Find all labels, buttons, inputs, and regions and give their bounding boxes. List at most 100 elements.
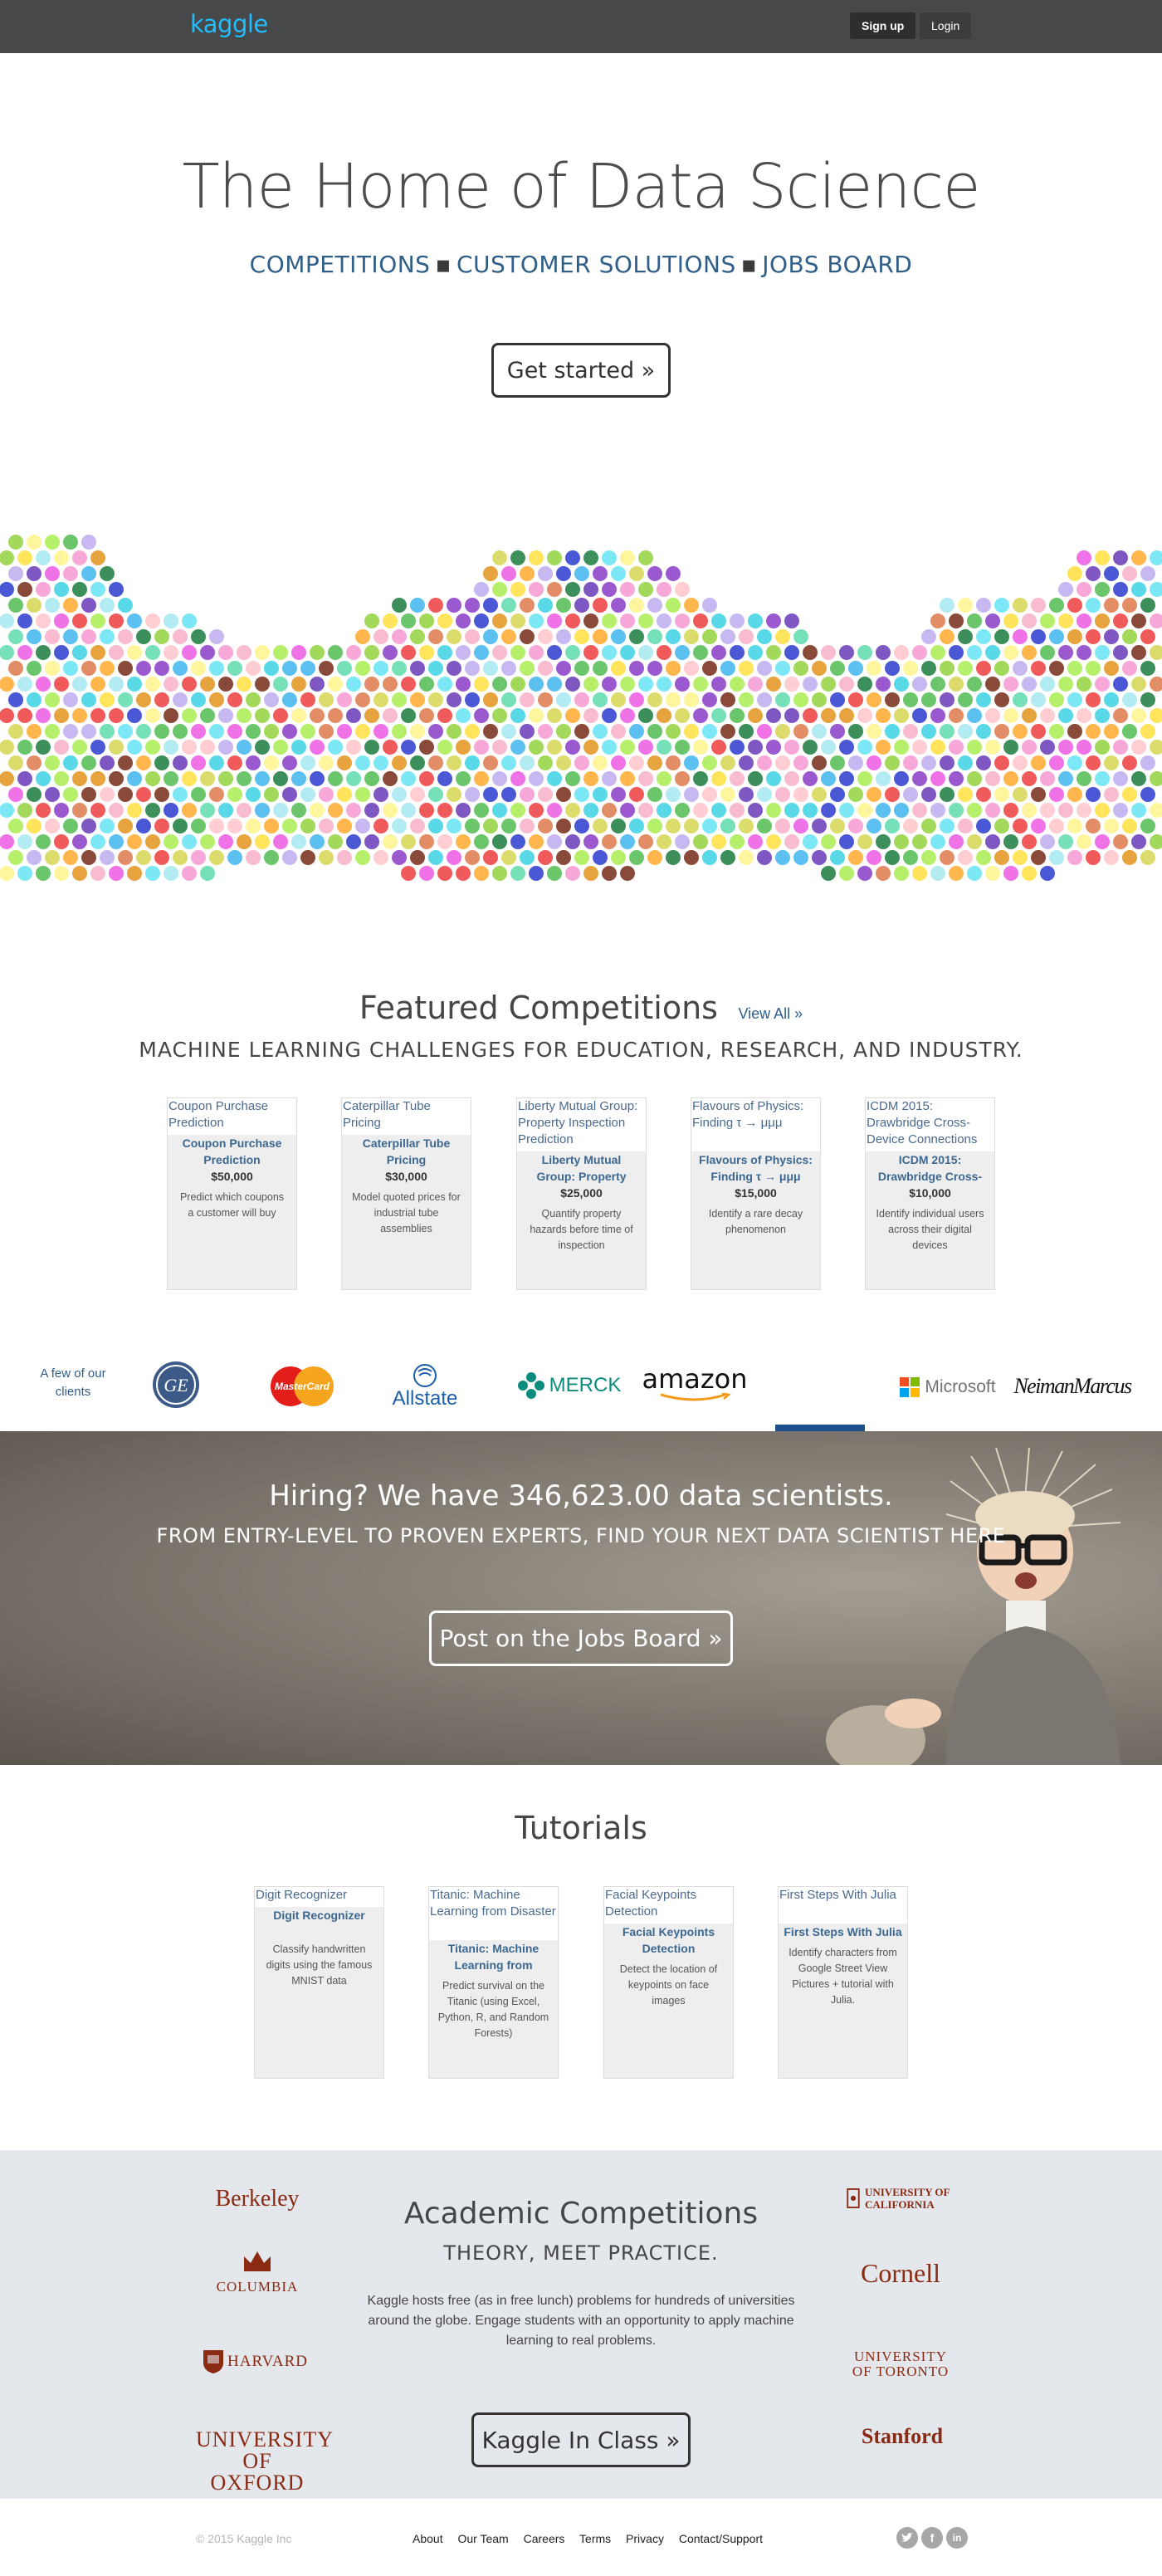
decorative-dot: [383, 740, 398, 755]
decorative-dot: [565, 645, 580, 660]
decorative-dot: [556, 724, 571, 739]
decorative-dot: [200, 803, 215, 818]
decorative-dot: [346, 803, 361, 818]
decorative-dot: [8, 598, 23, 613]
decorative-dot: [465, 819, 480, 833]
decorative-dot: [830, 755, 845, 770]
decorative-dot: [255, 740, 270, 755]
decorative-dot: [784, 771, 799, 786]
nav-jobs-board[interactable]: JOBS BOARD: [762, 251, 912, 278]
ge-logo-text: GE: [164, 1375, 188, 1396]
decorative-dot: [456, 834, 471, 849]
decorative-dot: [520, 724, 535, 739]
decorative-dot: [410, 692, 425, 707]
footer-link-privacy[interactable]: Privacy: [626, 2532, 664, 2545]
post-jobs-button[interactable]: Post on the Jobs Board »: [429, 1611, 733, 1666]
competition-name[interactable]: Flavours of Physics: Finding τ → μμμ: [691, 1151, 820, 1185]
tutorial-card[interactable]: First Steps With Julia First Steps With …: [778, 1886, 908, 2079]
decorative-dot: [867, 724, 881, 739]
kaggle-in-class-button[interactable]: Kaggle In Class »: [471, 2412, 691, 2467]
decorative-dot: [848, 661, 863, 676]
decorative-dot: [803, 645, 818, 660]
decorative-dot: [994, 598, 1009, 613]
decorative-dot: [45, 724, 60, 739]
facebook-icon[interactable]: f: [921, 2527, 943, 2549]
decorative-dot: [803, 677, 818, 692]
decorative-dot: [81, 850, 96, 865]
decorative-dot: [657, 708, 671, 723]
decorative-dot: [784, 803, 799, 818]
footer-link-careers[interactable]: Careers: [524, 2532, 565, 2545]
decorative-dot: [1049, 850, 1064, 865]
decorative-dot: [638, 708, 653, 723]
decorative-dot: [200, 834, 215, 849]
footer-link-terms[interactable]: Terms: [579, 2532, 611, 2545]
decorative-dot: [36, 550, 51, 565]
decorative-dot: [666, 598, 681, 613]
decorative-dot: [237, 740, 251, 755]
decorative-dot: [0, 834, 14, 849]
decorative-dot: [675, 740, 690, 755]
competition-name[interactable]: ICDM 2015: Drawbridge Cross-: [866, 1151, 994, 1185]
tutorial-name[interactable]: Facial Keypoints Detection: [604, 1923, 733, 1957]
decorative-dot: [602, 550, 617, 565]
twitter-icon[interactable]: [896, 2527, 918, 2549]
decorative-dot: [520, 661, 535, 676]
nav-competitions[interactable]: COMPETITIONS: [250, 251, 431, 278]
decorative-dot: [209, 787, 224, 802]
copyright: © 2015 Kaggle Inc: [196, 2532, 292, 2545]
competition-card[interactable]: Liberty Mutual Group: Property Inspectio…: [516, 1097, 647, 1290]
competition-name[interactable]: Coupon Purchase Prediction: [168, 1135, 296, 1168]
decorative-dot: [848, 850, 863, 865]
view-all-link[interactable]: View All »: [738, 1005, 803, 1022]
decorative-dot: [27, 850, 42, 865]
tutorial-card[interactable]: Facial Keypoints Detection Facial Keypoi…: [603, 1886, 734, 2079]
decorative-dot: [629, 724, 644, 739]
decorative-dot: [583, 866, 598, 881]
linkedin-icon[interactable]: in: [946, 2527, 968, 2549]
decorative-dot: [456, 708, 471, 723]
nav-customer-solutions[interactable]: CUSTOMER SOLUTIONS: [456, 251, 736, 278]
decorative-dot: [720, 629, 735, 644]
tutorial-name[interactable]: Digit Recognizer: [255, 1907, 383, 1923]
competition-name[interactable]: Liberty Mutual Group: Property: [517, 1151, 646, 1185]
decorative-dot: [967, 740, 982, 755]
tutorial-name[interactable]: Titanic: Machine Learning from: [429, 1940, 558, 1973]
decorative-dot: [620, 803, 635, 818]
decorative-dot: [36, 866, 51, 881]
decorative-dot: [90, 613, 105, 628]
get-started-button[interactable]: Get started »: [491, 343, 671, 398]
decorative-dot: [720, 724, 735, 739]
decorative-dot: [419, 708, 434, 723]
competition-card[interactable]: ICDM 2015: Drawbridge Cross-Device Conne…: [865, 1097, 995, 1290]
decorative-dot: [282, 819, 297, 833]
decorative-dot: [109, 803, 124, 818]
decorative-dot: [912, 677, 927, 692]
competition-card[interactable]: Flavours of Physics: Finding τ → μμμ Fla…: [691, 1097, 821, 1290]
tutorial-card[interactable]: Digit Recognizer Digit Recognizer Classi…: [254, 1886, 384, 2079]
decorative-dot: [483, 629, 498, 644]
decorative-dot: [985, 834, 1000, 849]
decorative-dot: [1104, 755, 1119, 770]
decorative-dot: [958, 661, 973, 676]
competition-card[interactable]: Caterpillar Tube Pricing Caterpillar Tub…: [341, 1097, 471, 1290]
decorative-dot: [1077, 771, 1091, 786]
decorative-dot: [218, 677, 233, 692]
decorative-dot: [520, 692, 535, 707]
decorative-dot: [72, 803, 87, 818]
decorative-dot: [967, 803, 982, 818]
footer-link-team[interactable]: Our Team: [457, 2532, 508, 2545]
footer-link-contact[interactable]: Contact/Support: [679, 2532, 763, 2545]
tutorial-card[interactable]: Titanic: Machine Learning from Disaster …: [428, 1886, 559, 2079]
competition-name[interactable]: Caterpillar Tube Pricing: [342, 1135, 471, 1168]
competition-card[interactable]: Coupon Purchase Prediction Coupon Purcha…: [167, 1097, 297, 1290]
decorative-dot: [967, 677, 982, 692]
decorative-dot: [885, 787, 900, 802]
footer-link-about[interactable]: About: [413, 2532, 443, 2545]
decorative-dot: [127, 771, 142, 786]
decorative-dot: [200, 677, 215, 692]
footer-links: About Our Team Careers Terms Privacy Con…: [413, 2532, 774, 2545]
tutorial-name[interactable]: First Steps With Julia: [779, 1923, 907, 1940]
decorative-dot: [638, 803, 653, 818]
decorative-dot: [319, 692, 334, 707]
